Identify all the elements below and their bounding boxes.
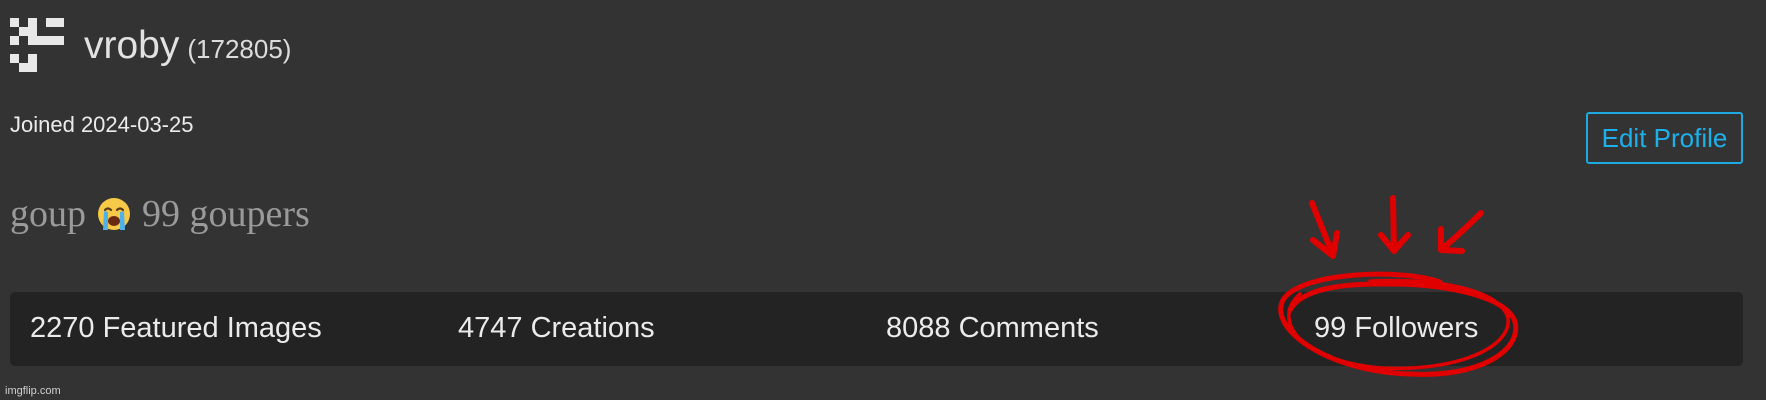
red-arrow-left-icon	[1309, 200, 1336, 258]
bio-text-start: goup	[10, 193, 86, 235]
stat-followers[interactable]: 99 Followers	[1314, 312, 1478, 345]
red-arrow-left-head	[1310, 230, 1340, 259]
profile-bio: goup 99 goupers	[10, 192, 310, 236]
user-id: (172805)	[187, 34, 292, 64]
identicon-avatar-icon[interactable]	[10, 18, 64, 72]
stat-comments[interactable]: 8088 Comments	[886, 312, 1099, 345]
red-arrow-center-head	[1378, 232, 1411, 254]
bio-text-end: 99 goupers	[142, 193, 310, 235]
stat-featured-images[interactable]: 2270 Featured Images	[30, 312, 322, 345]
loudly-crying-face-icon	[98, 198, 130, 230]
imgflip-watermark: imgflip.com	[5, 385, 61, 397]
edit-profile-button[interactable]: Edit Profile	[1586, 112, 1743, 164]
username-text: vroby	[84, 24, 180, 67]
red-arrow-center-icon	[1390, 195, 1397, 253]
red-arrow-right-icon	[1439, 210, 1484, 252]
profile-stats-bar: 2270 Featured Images 4747 Creations 8088…	[10, 292, 1743, 366]
joined-date: Joined 2024-03-25	[10, 112, 194, 137]
stat-creations[interactable]: 4747 Creations	[458, 312, 655, 345]
profile-page: vroby (172805) Joined 2024-03-25 Edit Pro…	[0, 0, 1766, 400]
profile-username: vroby (172805)	[84, 24, 291, 68]
red-arrow-right-head	[1438, 226, 1465, 254]
